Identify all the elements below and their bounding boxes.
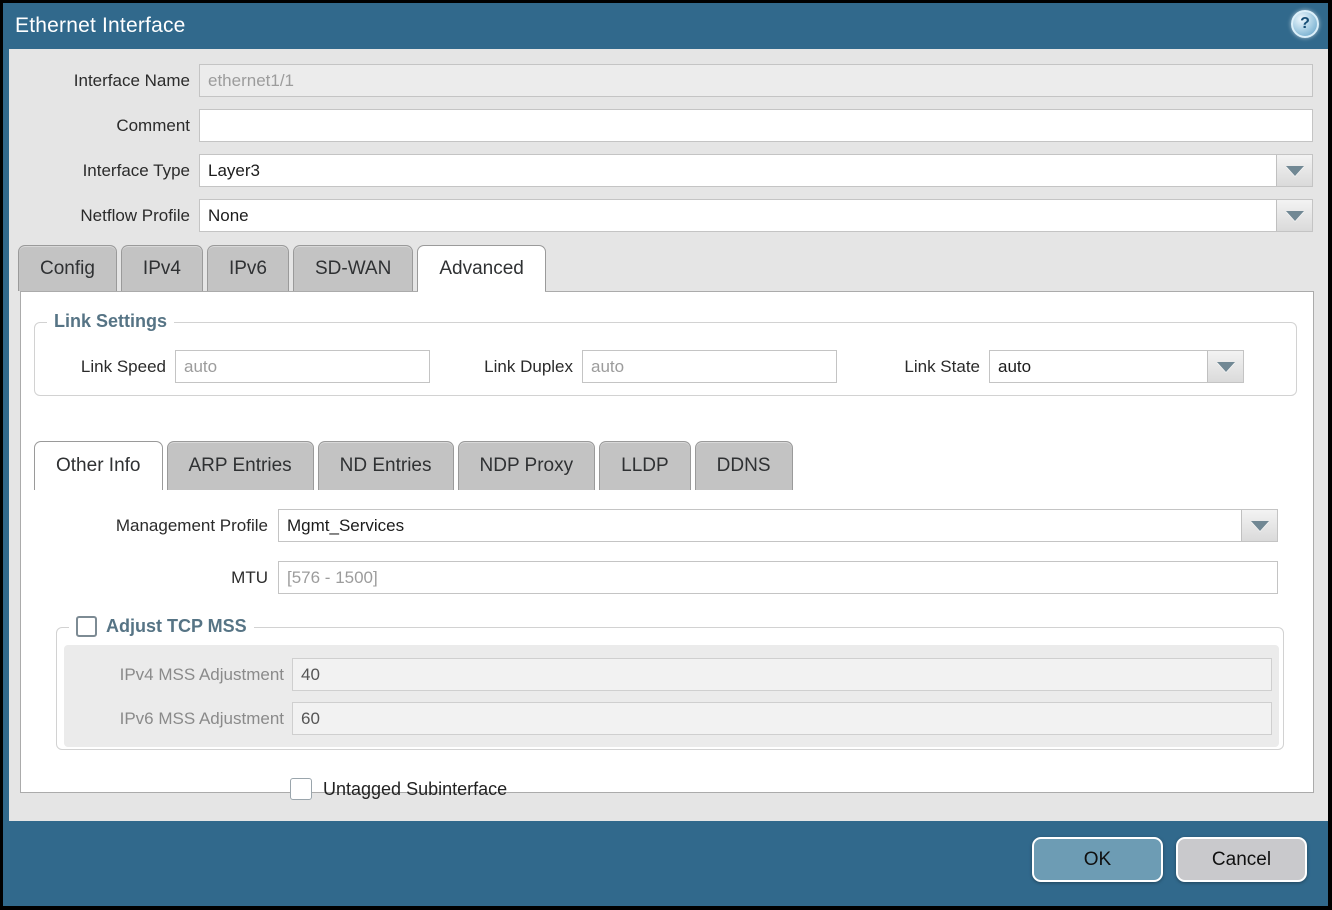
- management-profile-dropdown-button[interactable]: [1241, 510, 1277, 541]
- ipv4-mss-row: IPv4 MSS Adjustment: [64, 658, 1279, 691]
- mtu-field[interactable]: [278, 561, 1278, 594]
- dialog-body: Interface Name Comment Interface Type La…: [9, 49, 1328, 821]
- link-duplex-field[interactable]: [582, 350, 837, 383]
- ipv4-mss-label: IPv4 MSS Adjustment: [64, 665, 292, 685]
- mtu-row: MTU: [21, 561, 1313, 594]
- management-profile-value: Mgmt_Services: [279, 510, 1241, 541]
- adjust-tcp-mss-checkbox[interactable]: [76, 616, 97, 637]
- interface-type-row: Interface Type Layer3: [9, 154, 1313, 187]
- tab-advanced[interactable]: Advanced: [417, 245, 546, 291]
- link-state-label: Link State: [837, 357, 989, 377]
- netflow-profile-value: None: [200, 200, 1276, 231]
- comment-row: Comment: [9, 109, 1313, 142]
- management-profile-label: Management Profile: [21, 516, 278, 536]
- tab-config[interactable]: Config: [18, 245, 117, 291]
- interface-name-field: [199, 64, 1313, 97]
- chevron-down-icon: [1286, 211, 1304, 221]
- mss-disabled-panel: IPv4 MSS Adjustment IPv6 MSS Adjustment: [64, 645, 1279, 747]
- interface-name-label: Interface Name: [9, 71, 199, 91]
- ipv6-mss-field: [292, 702, 1272, 735]
- tab-ddns[interactable]: DDNS: [695, 441, 793, 490]
- dialog-frame: Ethernet Interface ? Interface Name Comm…: [3, 3, 1328, 906]
- untagged-subinterface-row: Untagged Subinterface: [290, 778, 1313, 800]
- main-tabs: Config IPv4 IPv6 SD-WAN Advanced: [18, 245, 1328, 291]
- tab-ipv4[interactable]: IPv4: [121, 245, 203, 291]
- advanced-tab-panel: Link Settings Link Speed Link Duplex Lin…: [20, 291, 1314, 793]
- link-settings-row: Link Speed Link Duplex Link State auto: [35, 350, 1296, 383]
- tab-nd-entries[interactable]: ND Entries: [318, 441, 454, 490]
- top-form: Interface Name Comment Interface Type La…: [9, 49, 1328, 232]
- interface-type-select[interactable]: Layer3: [199, 154, 1313, 187]
- tab-ipv6[interactable]: IPv6: [207, 245, 289, 291]
- tab-lldp[interactable]: LLDP: [599, 441, 691, 490]
- link-state-value: auto: [990, 351, 1207, 382]
- title-bar: Ethernet Interface ?: [3, 3, 1328, 49]
- tab-other-info[interactable]: Other Info: [34, 441, 163, 490]
- dialog-title: Ethernet Interface: [15, 14, 186, 38]
- comment-label: Comment: [9, 116, 199, 136]
- tab-sd-wan[interactable]: SD-WAN: [293, 245, 413, 291]
- adjust-tcp-mss-fieldset: Adjust TCP MSS IPv4 MSS Adjustment IPv6 …: [56, 627, 1284, 750]
- interface-name-row: Interface Name: [9, 64, 1313, 97]
- link-state-select[interactable]: auto: [989, 350, 1244, 383]
- management-profile-row: Management Profile Mgmt_Services: [21, 509, 1313, 542]
- chevron-down-icon: [1251, 521, 1269, 531]
- ipv4-mss-field: [292, 658, 1272, 691]
- interface-type-dropdown-button[interactable]: [1276, 155, 1312, 186]
- link-state-dropdown-button[interactable]: [1207, 351, 1243, 382]
- ipv6-mss-label: IPv6 MSS Adjustment: [64, 709, 292, 729]
- netflow-profile-label: Netflow Profile: [9, 206, 199, 226]
- sub-tabs: Other Info ARP Entries ND Entries NDP Pr…: [34, 441, 1313, 490]
- interface-type-value: Layer3: [200, 155, 1276, 186]
- tab-ndp-proxy[interactable]: NDP Proxy: [458, 441, 596, 490]
- cancel-button[interactable]: Cancel: [1176, 837, 1307, 882]
- ethernet-interface-dialog: Ethernet Interface ? Interface Name Comm…: [0, 0, 1332, 910]
- netflow-profile-dropdown-button[interactable]: [1276, 200, 1312, 231]
- untagged-subinterface-label: Untagged Subinterface: [323, 779, 507, 800]
- ipv6-mss-row: IPv6 MSS Adjustment: [64, 702, 1279, 735]
- adjust-tcp-mss-legend-label: Adjust TCP MSS: [106, 616, 247, 637]
- interface-type-label: Interface Type: [9, 161, 199, 181]
- link-settings-legend: Link Settings: [47, 311, 174, 332]
- link-speed-field[interactable]: [175, 350, 430, 383]
- adjust-tcp-mss-legend: Adjust TCP MSS: [69, 616, 254, 637]
- chevron-down-icon: [1217, 362, 1235, 372]
- untagged-subinterface-checkbox[interactable]: [290, 778, 312, 800]
- ok-button[interactable]: OK: [1032, 837, 1163, 882]
- link-speed-label: Link Speed: [35, 357, 175, 377]
- link-duplex-label: Link Duplex: [430, 357, 582, 377]
- link-settings-fieldset: Link Settings Link Speed Link Duplex Lin…: [34, 322, 1297, 396]
- chevron-down-icon: [1286, 166, 1304, 176]
- help-icon[interactable]: ?: [1291, 10, 1319, 38]
- footer-bar: OK Cancel: [3, 821, 1328, 906]
- netflow-profile-row: Netflow Profile None: [9, 199, 1313, 232]
- comment-field[interactable]: [199, 109, 1313, 142]
- management-profile-select[interactable]: Mgmt_Services: [278, 509, 1278, 542]
- tab-arp-entries[interactable]: ARP Entries: [167, 441, 314, 490]
- mtu-label: MTU: [21, 568, 278, 588]
- netflow-profile-select[interactable]: None: [199, 199, 1313, 232]
